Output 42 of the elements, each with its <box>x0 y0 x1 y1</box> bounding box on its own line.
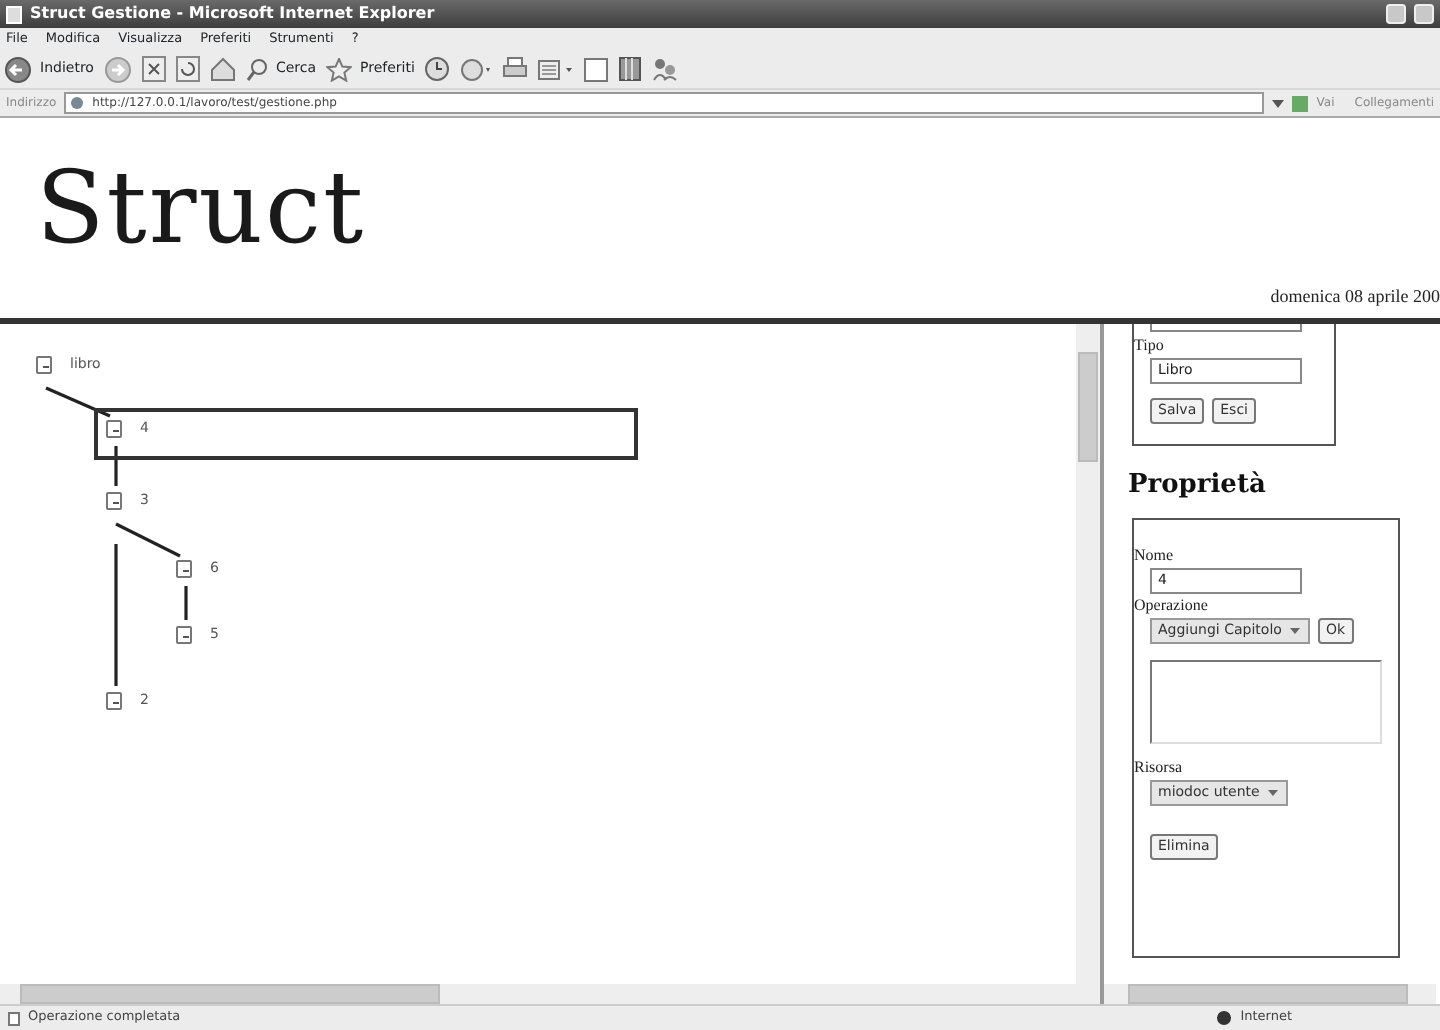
dropdown-arrow-icon <box>1287 623 1302 637</box>
operation-label: Operazione <box>1134 597 1210 613</box>
collapse-icon[interactable] <box>106 419 122 438</box>
connector-line <box>114 446 118 486</box>
collapse-icon[interactable] <box>176 559 192 578</box>
collapse-icon[interactable] <box>176 625 192 644</box>
type-label: Tipo <box>1134 338 1166 354</box>
star-icon <box>326 57 353 81</box>
resource-label: Risorsa <box>1134 759 1184 775</box>
messenger-icon[interactable] <box>652 56 679 82</box>
site-logo: Struct <box>34 148 368 258</box>
forward-button[interactable] <box>103 55 132 83</box>
home-icon[interactable] <box>209 56 236 82</box>
page-icon <box>70 96 85 110</box>
maximize-button[interactable] <box>1414 4 1434 24</box>
name-label: Nome <box>1134 547 1176 563</box>
edit-icon[interactable] <box>538 57 575 81</box>
window-icon[interactable] <box>584 57 609 81</box>
globe-icon <box>1216 1010 1233 1026</box>
page-icon <box>8 1011 20 1025</box>
dropdown-arrow-icon <box>1265 785 1280 799</box>
collapse-icon[interactable] <box>36 355 52 374</box>
refresh-icon[interactable] <box>175 56 200 82</box>
minimize-button[interactable] <box>1386 4 1406 24</box>
window-title: Struct Gestione - Microsoft Internet Explorer <box>30 2 435 26</box>
connector-line <box>45 386 111 418</box>
collapse-icon[interactable] <box>106 691 122 710</box>
search-icon <box>245 57 268 81</box>
vertical-scrollbar[interactable] <box>1076 324 1100 984</box>
print-icon[interactable] <box>502 56 529 82</box>
horizontal-scrollbar[interactable] <box>1104 984 1436 1004</box>
horizontal-scrollbar[interactable] <box>0 984 1100 1004</box>
section-heading: Proprietà <box>1128 468 1268 504</box>
collapse-icon[interactable] <box>106 491 122 510</box>
dropdown-icon[interactable] <box>1272 97 1285 109</box>
connector-line <box>184 586 188 620</box>
date-text: domenica 08 aprile 200 <box>1270 283 1440 310</box>
text-area[interactable] <box>1150 659 1382 743</box>
stop-icon[interactable] <box>141 56 166 82</box>
browser-icon <box>6 5 22 23</box>
history-icon[interactable] <box>424 56 451 82</box>
book-icon[interactable] <box>618 56 643 82</box>
